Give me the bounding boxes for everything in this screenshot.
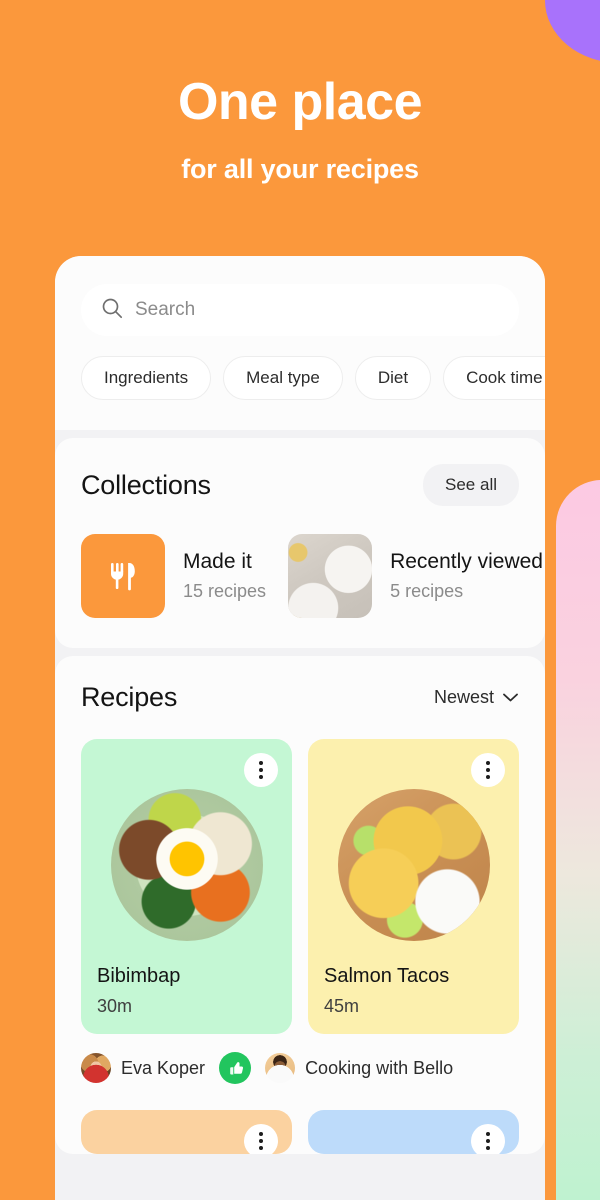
pasta-photo — [288, 534, 373, 618]
recipe-name: Bibimbap — [97, 965, 181, 987]
promo-screenshot: One place for all your recipes Ingredien… — [0, 0, 600, 1200]
author-name: Eva Koper — [121, 1057, 206, 1078]
avatar — [81, 1053, 111, 1083]
recipe-grid: Bibimbap 30m Salmon Tacos 45m — [81, 739, 519, 1034]
sort-label: Newest — [433, 687, 494, 707]
see-all-button[interactable]: See all — [423, 464, 519, 506]
collection-text-recently-viewed: Recently viewed 5 recipes — [390, 550, 543, 602]
collections-title: Collections — [81, 469, 211, 500]
recipe-name: Salmon Tacos — [324, 965, 450, 987]
filter-chip-diet[interactable]: Diet — [354, 356, 432, 400]
collections-header: Collections See all — [81, 464, 519, 506]
more-options-icon[interactable] — [471, 1124, 505, 1154]
search-bar[interactable] — [81, 284, 519, 336]
collection-count: 15 recipes — [183, 581, 267, 601]
sort-dropdown[interactable]: Newest — [434, 687, 519, 708]
filter-chip-cook-time[interactable]: Cook time — [443, 356, 545, 400]
recipes-title: Recipes — [81, 682, 178, 712]
collection-item-made-it[interactable]: Made it 15 recipes — [81, 534, 266, 618]
bibimbap-photo — [110, 789, 263, 941]
recipe-time: 45m — [324, 996, 360, 1016]
recipe-card-partial-peach[interactable] — [81, 1110, 292, 1154]
recipes-card: Recipes Newest Bibimbap 30m Salmon Tacos… — [55, 656, 545, 1154]
recipe-card-partial-blue[interactable] — [308, 1110, 519, 1154]
filter-chip-list: Ingredients Meal type Diet Cook time — [81, 356, 545, 400]
search-input[interactable] — [135, 299, 499, 321]
recipe-author-eva[interactable]: Eva Koper — [81, 1053, 205, 1083]
phone-frame: Ingredients Meal type Diet Cook time Col… — [55, 256, 545, 1200]
recipe-grid-next-row — [81, 1110, 519, 1154]
collection-count: 5 recipes — [390, 581, 464, 601]
collection-name: Made it — [183, 550, 252, 573]
recipe-card-salmon-tacos[interactable]: Salmon Tacos 45m — [308, 739, 519, 1034]
recipe-card-bibimbap[interactable]: Bibimbap 30m — [81, 739, 292, 1034]
collection-text-made-it: Made it 15 recipes — [183, 550, 266, 602]
recipe-author-row: Eva Koper Cooking with Bello — [81, 1052, 519, 1084]
recipe-time: 30m — [97, 996, 133, 1016]
collection-item-recently-viewed[interactable]: Recently viewed 5 recipes — [288, 534, 543, 618]
search-icon — [101, 297, 123, 324]
thumbs-up-icon[interactable] — [219, 1052, 252, 1084]
collection-name: Recently viewed — [390, 550, 543, 573]
recipes-header: Recipes Newest — [81, 682, 519, 713]
fork-knife-icon — [81, 534, 165, 618]
recipe-author-bello[interactable]: Cooking with Bello — [265, 1053, 453, 1083]
avatar — [265, 1053, 296, 1083]
hero: One place for all your recipes — [0, 0, 600, 185]
more-options-icon[interactable] — [244, 753, 278, 787]
collections-card: Collections See all Made it 15 recipes R… — [55, 438, 545, 648]
secondary-phone-decoration — [556, 480, 600, 1200]
more-options-icon[interactable] — [471, 753, 505, 787]
author-name: Cooking with Bello — [305, 1057, 454, 1078]
search-card: Ingredients Meal type Diet Cook time — [55, 256, 545, 430]
more-options-icon[interactable] — [244, 1124, 278, 1154]
filter-chip-meal-type[interactable]: Meal type — [223, 356, 343, 400]
tacos-photo — [337, 789, 490, 941]
collections-list: Made it 15 recipes Recently viewed 5 rec… — [81, 534, 543, 618]
hero-subtitle: for all your recipes — [181, 154, 419, 184]
chevron-down-icon — [502, 687, 519, 708]
filter-chip-ingredients[interactable]: Ingredients — [81, 356, 212, 400]
hero-title: One place — [177, 73, 423, 131]
